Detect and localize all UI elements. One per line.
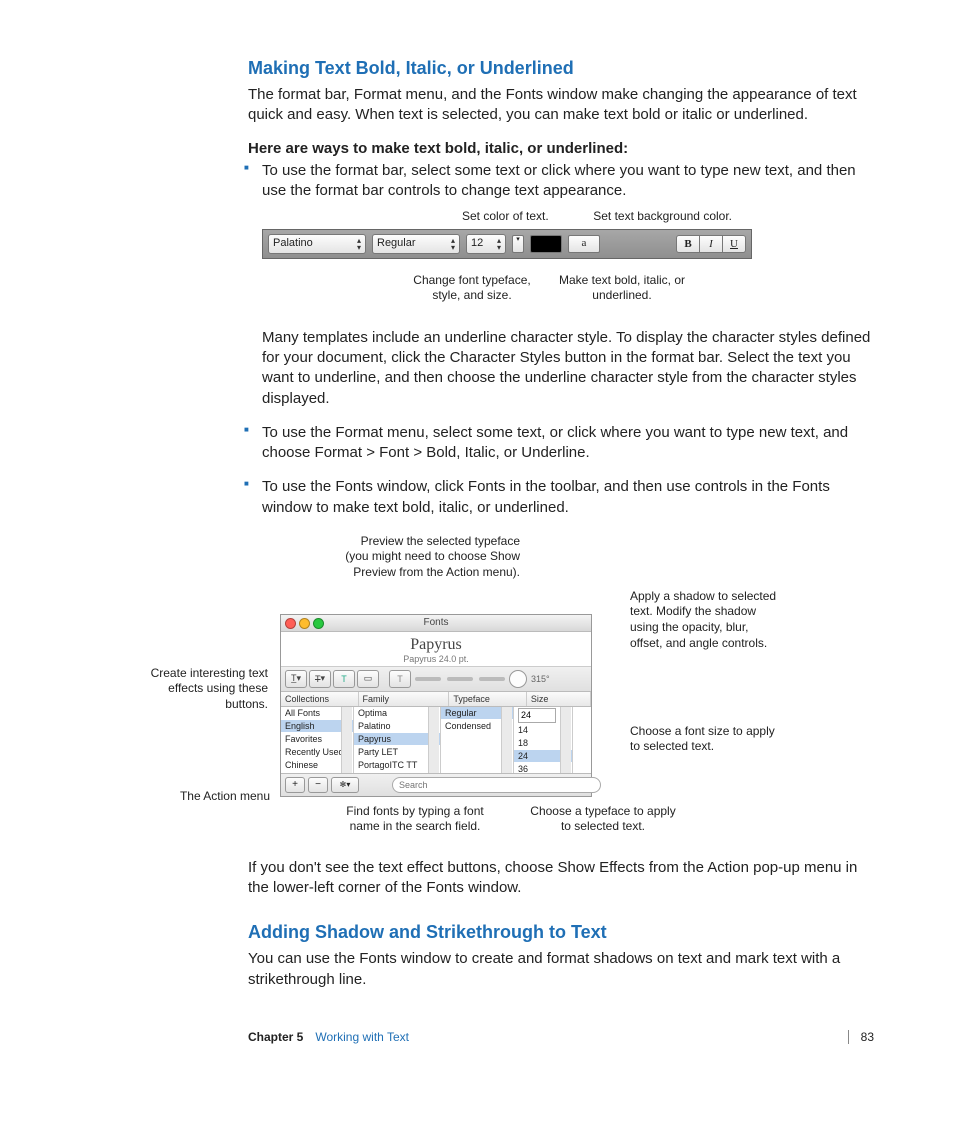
callout-search: Find fonts by typing a font name in the … (330, 804, 500, 835)
size-field[interactable] (518, 708, 556, 723)
fonts-column-headers: Collections Family Typeface Size (281, 692, 591, 707)
callout-typeface: Choose a typeface to apply to selected t… (528, 804, 678, 835)
figure-format-bar: Set color of text. Set text background c… (262, 209, 752, 304)
callout-change-font: Change font typeface, style, and size. (402, 273, 542, 304)
footer-chapter-name: Working with Text (315, 1030, 409, 1044)
fonts-title-label: Fonts (423, 617, 448, 628)
add-collection-button[interactable]: + (285, 777, 305, 793)
biu-group: B I U (676, 235, 746, 253)
underline-button[interactable]: U (722, 235, 746, 253)
shadow-strike-body: You can use the Fonts window to create a… (248, 949, 878, 990)
shadow-angle-value: 315° (531, 674, 550, 684)
updown-icon: ▴▾ (497, 237, 501, 251)
size-list[interactable]: 14 18 24 36 (514, 707, 573, 773)
heading-shadow-strike: Adding Shadow and Strikethrough to Text (248, 922, 878, 943)
callout-size: Choose a font size to apply to selected … (630, 724, 780, 755)
shadow-toggle-button[interactable]: T (389, 670, 411, 688)
figure-fonts-window: Preview the selected typeface (you might… (140, 534, 770, 834)
shadow-opacity-slider[interactable] (415, 677, 441, 681)
page-footer: Chapter 5 Working with Text 83 (80, 1030, 874, 1044)
doccolor-effect-button[interactable]: ▭ (357, 670, 379, 688)
action-menu-button[interactable]: ✻▾ (331, 777, 359, 793)
font-style-value: Regular (377, 236, 416, 251)
callout-preview: Preview the selected typeface (you might… (340, 534, 520, 581)
textcolor-effect-button[interactable]: T (333, 670, 355, 688)
callout-set-bg-color: Set text background color. (593, 209, 732, 225)
footer-page-number: 83 (848, 1030, 874, 1044)
collections-list[interactable]: All Fonts English Favorites Recently Use… (281, 707, 354, 773)
after-formatbar-paragraph: Many templates include an underline char… (262, 328, 878, 409)
callout-biu: Make text bold, italic, or underlined. (542, 273, 702, 304)
footer-chapter: Chapter 5 (248, 1030, 303, 1044)
traffic-lights (285, 618, 324, 629)
remove-collection-button[interactable]: − (308, 777, 328, 793)
callout-effects: Create interesting text effects using th… (140, 666, 268, 713)
fonts-window: Fonts Papyrus Papyrus 24.0 pt. T̲▾ T▾ T … (280, 614, 592, 797)
heading-bold-italic: Making Text Bold, Italic, or Underlined (248, 58, 878, 79)
close-icon[interactable] (285, 618, 296, 629)
minimize-icon[interactable] (299, 618, 310, 629)
fonts-body: All Fonts English Favorites Recently Use… (281, 707, 591, 773)
italic-button[interactable]: I (700, 235, 722, 253)
text-color-well[interactable] (530, 235, 562, 253)
bg-color-well[interactable]: a (568, 235, 600, 253)
typeface-list[interactable]: Regular Condensed (441, 707, 514, 773)
ways-heading: Here are ways to make text bold, italic,… (248, 140, 878, 157)
fonts-window-titlebar: Fonts (281, 615, 591, 632)
scrollbar[interactable] (341, 707, 352, 773)
fonts-footer: + − ✻▾ (281, 773, 591, 796)
updown-icon: ▴▾ (451, 237, 455, 251)
family-list[interactable]: Optima Palatino Papyrus Party LET Portag… (354, 707, 441, 773)
callout-action: The Action menu (170, 789, 270, 805)
bg-sample-glyph: a (582, 236, 587, 251)
zoom-icon[interactable] (313, 618, 324, 629)
effects-row: T̲▾ T▾ T ▭ T 315° (281, 667, 591, 692)
shadow-blur-slider[interactable] (447, 677, 473, 681)
strikethrough-effect-button[interactable]: T▾ (309, 670, 331, 688)
shadow-angle-dial[interactable] (509, 670, 527, 688)
search-wrap (392, 777, 587, 793)
font-family-popup[interactable]: Palatino ▴▾ (268, 234, 366, 254)
preview-typeface-name: Papyrus (281, 636, 591, 654)
updown-icon: ▴▾ (357, 237, 361, 251)
bullet-fonts-window: To use the Fonts window, click Fonts in … (248, 477, 878, 518)
underline-effect-button[interactable]: T̲▾ (285, 670, 307, 688)
after-fonts-paragraph: If you don't see the text effect buttons… (248, 858, 878, 899)
bullet-format-menu: To use the Format menu, select some text… (248, 423, 878, 464)
header-typeface: Typeface (449, 692, 527, 706)
font-size-value: 12 (471, 236, 483, 251)
fonts-preview: Papyrus Papyrus 24.0 pt. (281, 632, 591, 667)
scrollbar[interactable] (501, 707, 512, 773)
font-size-field[interactable]: 12 ▴▾ (466, 234, 506, 254)
callout-shadow: Apply a shadow to selected text. Modify … (630, 589, 780, 651)
format-bar-strip: Palatino ▴▾ Regular ▴▾ 12 ▴▾ ▾ (262, 229, 752, 259)
shadow-offset-slider[interactable] (479, 677, 505, 681)
header-family: Family (359, 692, 450, 706)
bullet-text: To use the format bar, select some text … (262, 162, 856, 199)
font-search-input[interactable] (392, 777, 601, 793)
font-family-value: Palatino (273, 236, 313, 251)
callout-set-text-color: Set color of text. (462, 209, 549, 225)
font-style-popup[interactable]: Regular ▴▾ (372, 234, 460, 254)
bullet-format-bar: To use the format bar, select some text … (248, 161, 878, 409)
scrollbar[interactable] (428, 707, 439, 773)
size-stepper[interactable]: ▾ (512, 235, 524, 253)
header-size: Size (527, 692, 591, 706)
bold-button[interactable]: B (676, 235, 700, 253)
header-collections: Collections (281, 692, 359, 706)
intro-paragraph: The format bar, Format menu, and the Fon… (248, 85, 878, 126)
preview-meta: Papyrus 24.0 pt. (281, 654, 591, 664)
scrollbar[interactable] (560, 707, 571, 773)
